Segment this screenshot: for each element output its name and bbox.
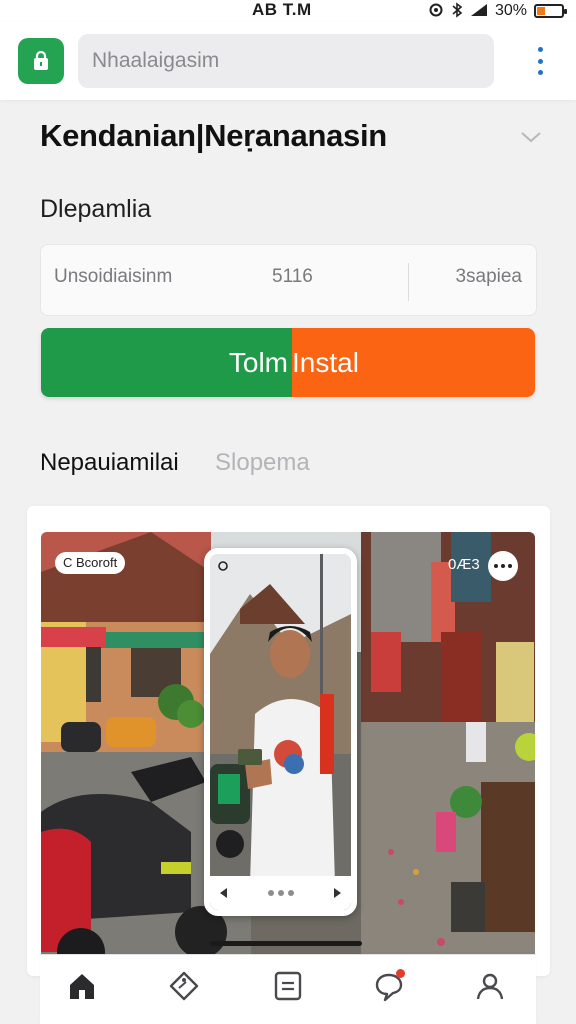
home-indicator: [210, 941, 362, 946]
camera-icon: [216, 560, 230, 572]
install-label-left: Tolm: [228, 347, 288, 378]
info-right-label: 3sapiea: [455, 266, 522, 287]
phone-preview-controls: [210, 876, 351, 910]
list-icon[interactable]: [270, 969, 306, 1003]
bottom-nav: [40, 954, 536, 1024]
status-icons: 30%: [428, 0, 567, 22]
status-time: AB T.M: [252, 0, 312, 19]
person-photo-illustration: [210, 554, 351, 910]
app-title: Kendanian|Neṛananasin: [40, 118, 387, 153]
info-size: 5116: [272, 266, 313, 287]
more-horizontal-icon[interactable]: [488, 551, 518, 581]
info-name: Unsoidiaisinm: [54, 266, 173, 287]
home-icon[interactable]: [64, 969, 100, 1003]
tag-icon[interactable]: [166, 969, 202, 1003]
search-input[interactable]: Nhaalaigasim: [78, 34, 494, 88]
info-divider: [408, 263, 409, 301]
tab-secondary[interactable]: Slopema: [215, 449, 310, 477]
section-title: Dlepamlia: [40, 195, 152, 223]
signal-icon: [470, 3, 488, 19]
shopping-bag-icon[interactable]: [18, 38, 64, 84]
profile-icon[interactable]: [472, 969, 508, 1003]
tab-primary[interactable]: Nepauiamilai: [40, 449, 179, 477]
next-icon[interactable]: [333, 887, 343, 899]
app-info-card: Unsoidiaisinm 5116 3sapiea: [40, 244, 537, 316]
install-label-right: Instal: [292, 347, 359, 378]
screenshot-image[interactable]: C Bcoroft 0Æ3: [41, 532, 535, 976]
notification-badge: [396, 969, 405, 978]
battery-icon: [534, 4, 567, 18]
install-button[interactable]: Tolm Instal: [41, 328, 535, 397]
chat-icon[interactable]: [371, 969, 407, 1003]
status-bar: AB T.M 30%: [0, 0, 576, 22]
battery-fill: [537, 7, 545, 15]
pagination-dots: [267, 890, 294, 896]
alarm-icon: [428, 2, 444, 20]
previous-icon[interactable]: [218, 887, 228, 899]
screenshot-card: C Bcoroft 0Æ3: [27, 506, 550, 976]
screenshot-chip[interactable]: C Bcoroft: [55, 552, 126, 574]
phone-preview[interactable]: [204, 548, 357, 916]
screenshot-chip-right: 0Æ3: [448, 556, 480, 573]
battery-percent: 30%: [494, 2, 527, 19]
chevron-down-icon[interactable]: [520, 130, 542, 144]
more-vertical-icon[interactable]: [528, 46, 552, 76]
bluetooth-icon: [451, 2, 463, 20]
app-header: Nhaalaigasim: [0, 22, 576, 100]
